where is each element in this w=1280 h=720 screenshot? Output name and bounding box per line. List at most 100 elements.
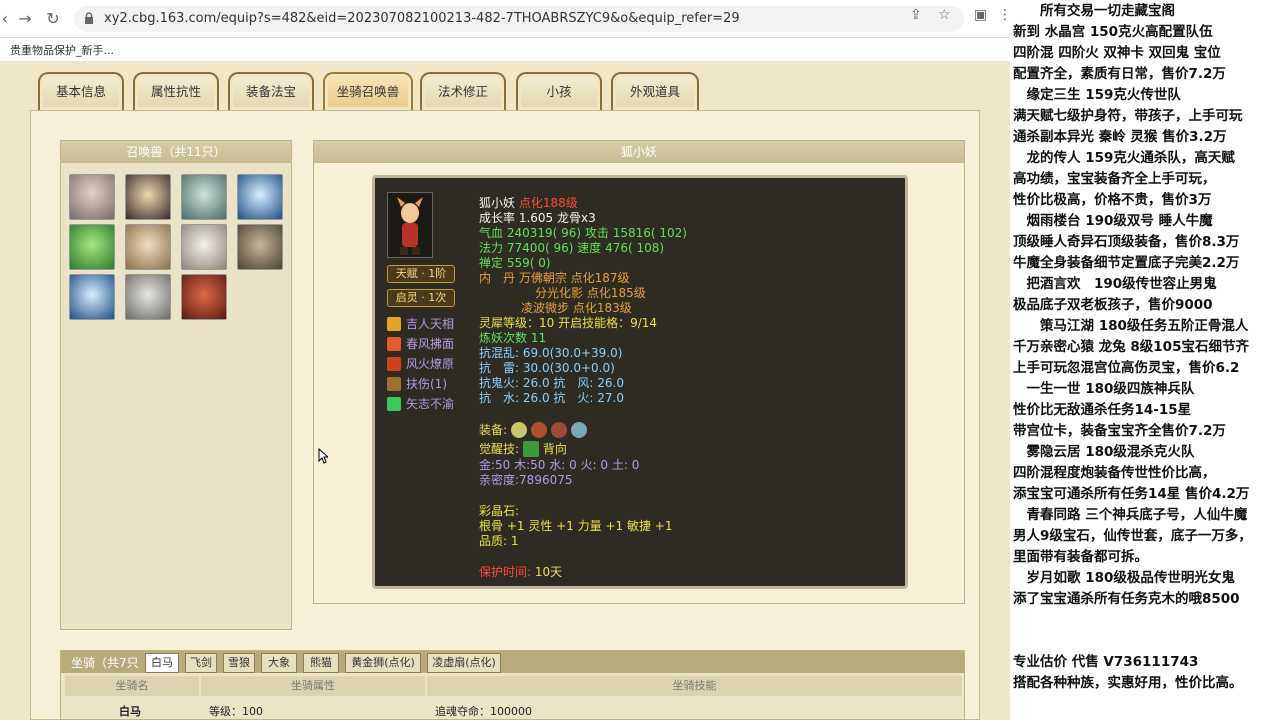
equip-icon[interactable]	[550, 422, 567, 438]
reload-icon[interactable]: ↻	[42, 8, 64, 30]
ad-line: 通杀副本异光 秦岭 灵猴 售价3.2万	[1013, 129, 1227, 145]
ad-line: 添宝宝可通杀所有任务14星 售价4.2万	[1013, 486, 1250, 502]
ad-line: 添了宝宝通杀所有任务克木的哦8500	[1013, 591, 1240, 607]
tab-appearance[interactable]: 外观道具	[611, 72, 699, 110]
share-icon[interactable]: ⇪	[910, 7, 922, 23]
skill-item[interactable]: 吉人天相	[387, 315, 454, 332]
resist-line: 抗混乱: 69.0(30.0+39.0)	[479, 346, 623, 360]
star-icon[interactable]: ☆	[938, 7, 951, 23]
mount-name: 白马	[119, 705, 141, 718]
plus-icon	[387, 397, 401, 411]
mount-tab[interactable]: 黄金狮(点化)	[345, 653, 421, 673]
ad-line: 新到 水晶宫 150克火高配置队伍	[1013, 24, 1213, 40]
mount-panel: 坐骑（共7只 白马 飞剑 雪狼 大象 熊猫 黄金狮(点化) 凌虚扇(点化) 坐骑…	[60, 650, 965, 720]
ad-line: 烟雨楼台 190级双号 睡人牛魔	[1013, 213, 1213, 229]
bookmark-item[interactable]: 贵重物品保护_新手...	[10, 42, 114, 58]
forward-icon[interactable]: →	[14, 8, 36, 30]
skill-item[interactable]: 矢志不渝	[387, 395, 454, 412]
ad-line: 青春同路 三个神兵底子号，人仙牛魔	[1013, 507, 1248, 523]
mount-tab[interactable]: 飞剑	[185, 653, 217, 673]
ad-line: 策马江湖 180级任务五阶正骨混人	[1013, 318, 1249, 334]
ad-line: 配置齐全，素质有日常，售价7.2万	[1013, 66, 1226, 82]
ad-line: 一生一世 180级四族神兵队	[1013, 381, 1195, 397]
pet-list-panel: 召唤兽（共11只）	[60, 140, 292, 630]
bookmarks-bar: 贵重物品保护_新手...	[0, 38, 1010, 62]
sidepanel-icon[interactable]: ▣	[974, 7, 987, 23]
equip-icon[interactable]	[510, 422, 527, 438]
pet-avatar[interactable]	[69, 224, 115, 270]
url-bar[interactable]: xy2.cbg.163.com/equip?s=482&eid=20230708…	[74, 6, 964, 32]
column-header: 坐骑属性	[201, 676, 425, 696]
pet-info-box: 天赋 · 1阶 启灵 · 1次 吉人天相 春风拂面 风火燎原 扶伤(1) 矢志不…	[372, 175, 908, 589]
ad-line: 性价比极高，价格不贵，售价3万	[1013, 192, 1212, 208]
tab-bar: 基本信息 属性抗性 装备法宝 坐骑召唤兽 法术修正 小孩 外观道具	[30, 64, 1010, 110]
skill-item[interactable]: 扶伤(1)	[387, 375, 447, 392]
ad-line: 龙的传人 159克火通杀队，高天赋	[1013, 150, 1235, 166]
skill-icon	[387, 377, 401, 391]
ad-line: 性价比无敌通杀任务14-15星	[1013, 402, 1192, 418]
skill-item[interactable]: 风火燎原	[387, 355, 454, 372]
skill-icon	[387, 317, 401, 331]
skill-item[interactable]: 春风拂面	[387, 335, 454, 352]
pet-list-title: 召唤兽（共11只）	[61, 141, 291, 163]
mount-skill: 追魂夺命：100000	[435, 705, 532, 718]
pet-avatar[interactable]	[125, 174, 171, 220]
resist-line: 抗鬼火: 26.0 抗 风: 26.0	[479, 376, 624, 390]
mount-level: 等级：100	[209, 705, 263, 718]
mount-tab[interactable]: 白马	[145, 653, 179, 673]
url-text: xy2.cbg.163.com/equip?s=482&eid=20230708…	[104, 11, 740, 26]
ad-line: 所有交易一切走藏宝阁	[1013, 3, 1175, 19]
pet-name-line: 狐小妖 点化188级	[479, 196, 578, 210]
ad-line: 高功绩，宝宝装备齐全上手可玩，	[1013, 171, 1216, 187]
browser-window: ‹ → ↻ xy2.cbg.163.com/equip?s=482&eid=20…	[0, 0, 1010, 720]
pet-avatar[interactable]	[181, 174, 227, 220]
pet-detail-title: 狐小妖	[314, 141, 964, 163]
pet-avatar[interactable]	[125, 274, 171, 320]
ad-line: 雾隐云居 180级混杀克火队	[1013, 444, 1195, 460]
address-toolbar: ‹ → ↻ xy2.cbg.163.com/equip?s=482&eid=20…	[0, 0, 1010, 38]
tab-attributes[interactable]: 属性抗性	[133, 72, 219, 110]
equip-icon[interactable]	[530, 422, 547, 438]
skill-icon	[387, 357, 401, 371]
growth-line: 成长率 1.605 龙骨x3	[479, 211, 596, 225]
ad-line: 上手可玩忽混宫位高伤灵宝，售价6.2	[1013, 360, 1240, 376]
equip-icon[interactable]	[570, 422, 587, 438]
inner-dan-line: 分光化影 点化185级	[535, 286, 646, 300]
tab-basic-info[interactable]: 基本信息	[38, 72, 124, 110]
crystal-label: 彩晶石:	[479, 504, 520, 518]
mount-tab[interactable]: 熊猫	[303, 653, 339, 673]
tab-equipment[interactable]: 装备法宝	[228, 72, 314, 110]
tab-mounts-pets[interactable]: 坐骑召唤兽	[323, 72, 413, 110]
tab-spell-correction[interactable]: 法术修正	[420, 72, 506, 110]
mount-tab[interactable]: 凌虚扇(点化)	[427, 653, 501, 673]
pet-avatar[interactable]	[181, 274, 227, 320]
column-header: 坐骑名	[65, 676, 199, 696]
stream-ad-overlay: 所有交易一切走藏宝阁新到 水晶宫 150克火高配置队伍 四阶混 四阶火 双神卡 双…	[1010, 0, 1280, 720]
pet-avatar[interactable]	[69, 274, 115, 320]
tab-child[interactable]: 小孩	[516, 72, 602, 110]
ad-line: 男人9级宝石，仙传世套，底子一万多，	[1013, 528, 1252, 544]
protect-time: 保护时间: 10天	[479, 565, 563, 579]
column-header: 坐骑技能	[427, 676, 962, 696]
intimacy-line: 亲密度:7896075	[479, 473, 573, 487]
crystal-quality: 品质: 1	[479, 534, 519, 548]
talent-badge: 天赋 · 1阶	[387, 265, 455, 283]
fox-icon	[397, 197, 423, 255]
menu-icon[interactable]: ⋮	[998, 7, 1010, 23]
pet-avatar[interactable]	[69, 174, 115, 220]
ad-line: 把酒言欢 190级传世容止男鬼	[1013, 276, 1217, 292]
ad-line: 缘定三生 159克火传世队	[1013, 87, 1181, 103]
mount-header: 坐骑（共7只 白马 飞剑 雪狼 大象 熊猫 黄金狮(点化) 凌虚扇(点化)	[61, 651, 964, 673]
awaken-skill-icon[interactable]	[522, 441, 539, 457]
ad-line: 牛魔全身装备细节定置底子完美2.2万	[1013, 255, 1240, 271]
mount-tab[interactable]: 雪狼	[223, 653, 255, 673]
ad-line: 四阶混程度炮装备传世性价比高，	[1013, 465, 1216, 481]
pet-avatar[interactable]	[125, 224, 171, 270]
hp-attack-line: 气血 240319( 96) 攻击 15816( 102)	[479, 226, 687, 240]
mount-tab[interactable]: 大象	[261, 653, 297, 673]
ad-line: 四阶混 四阶火 双神卡 双回鬼 宝位	[1013, 45, 1221, 61]
pet-avatar[interactable]	[237, 174, 283, 220]
ad-line: 极品底子双老板孩子，售价9000	[1013, 297, 1213, 313]
pet-avatar[interactable]	[181, 224, 227, 270]
pet-avatar[interactable]	[237, 224, 283, 270]
